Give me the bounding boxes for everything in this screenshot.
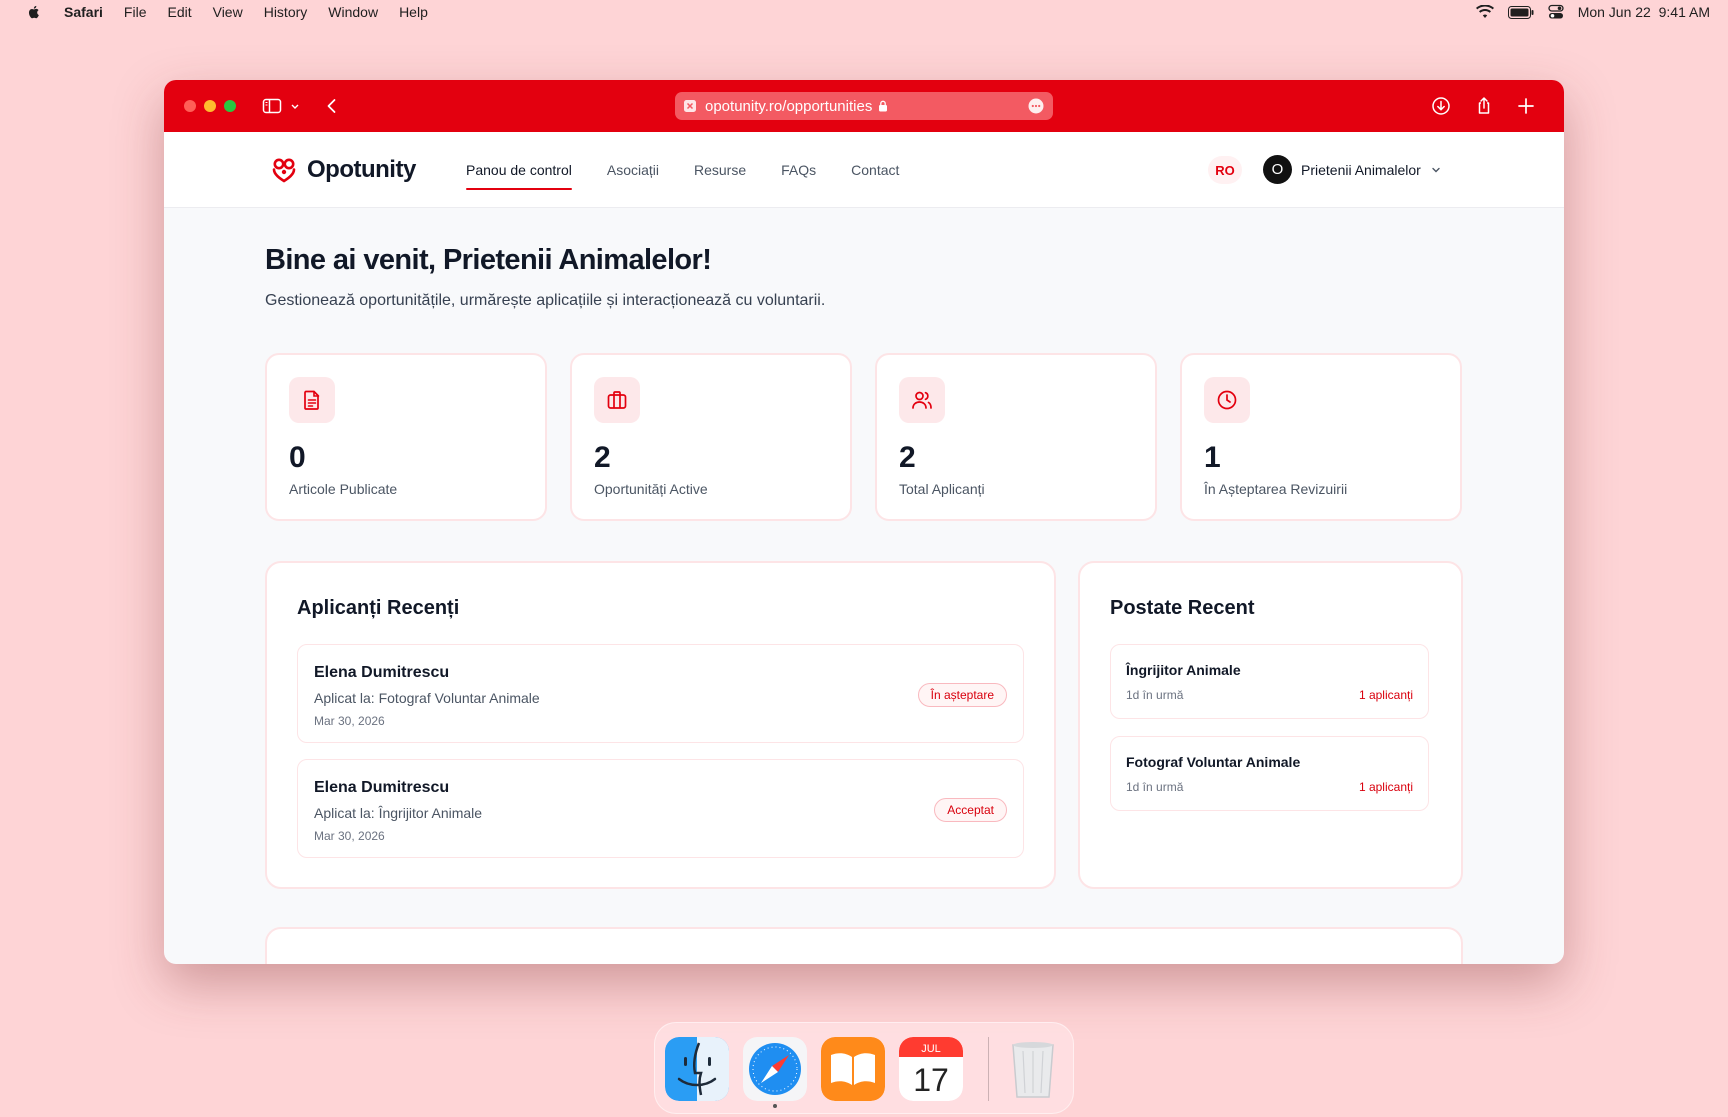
calendar-month: JUL [921, 1043, 941, 1055]
list-item[interactable]: Elena Dumitrescu Aplicat la: Fotograf Vo… [297, 644, 1024, 743]
zoom-window-button[interactable] [224, 100, 236, 112]
stat-label: Total Aplicanți [899, 481, 985, 497]
trash-icon[interactable] [1001, 1037, 1065, 1101]
stat-card-applicants: 2 Total Aplicanți [875, 353, 1157, 521]
user-menu[interactable]: O Prietenii Animalelor [1263, 155, 1442, 184]
new-tab-icon[interactable] [1516, 96, 1536, 116]
books-icon[interactable] [821, 1037, 885, 1101]
nav-dashboard[interactable]: Panou de control [466, 132, 572, 208]
next-section-panel [265, 927, 1463, 964]
page-subtitle: Gestionează oportunitățile, urmărește ap… [265, 292, 826, 309]
stat-value: 2 [594, 441, 611, 474]
download-icon[interactable] [1431, 96, 1451, 116]
logo-heart-icon [272, 158, 296, 183]
user-name: Prietenii Animalelor [1301, 161, 1421, 178]
brand-name: Opotunity [307, 156, 416, 183]
browser-window: opotunity.ro/opportunities Opotunity Pan… [164, 80, 1564, 964]
close-window-button[interactable] [184, 100, 196, 112]
menu-help[interactable]: Help [399, 4, 428, 20]
list-item[interactable]: Elena Dumitrescu Aplicat la: Îngrijitor … [297, 759, 1024, 858]
clock-icon [1204, 377, 1250, 423]
users-icon [899, 377, 945, 423]
panel-title: Postate Recent [1110, 597, 1255, 619]
control-center-icon[interactable] [1548, 4, 1564, 20]
menu-view[interactable]: View [213, 4, 243, 20]
stat-card-articles: 0 Articole Publicate [265, 353, 547, 521]
menu-app-name[interactable]: Safari [64, 4, 103, 20]
applicant-name: Elena Dumitrescu [314, 664, 450, 681]
post-age: 1d în urmă [1126, 688, 1184, 702]
post-age: 1d în urmă [1126, 780, 1184, 794]
briefcase-icon [594, 377, 640, 423]
dock-divider [988, 1037, 989, 1101]
site-favicon-icon [684, 100, 696, 112]
address-bar[interactable]: opotunity.ro/opportunities [675, 92, 1053, 120]
document-icon [289, 377, 335, 423]
battery-icon[interactable] [1507, 5, 1534, 19]
menu-window[interactable]: Window [328, 4, 378, 20]
status-badge: Acceptat [934, 798, 1007, 822]
post-title: Fotograf Voluntar Animale [1126, 754, 1301, 770]
url-text[interactable]: opotunity.ro/opportunities [705, 98, 872, 115]
share-icon[interactable] [1474, 96, 1494, 116]
wifi-icon[interactable] [1475, 5, 1494, 19]
stat-label: Oportunități Active [594, 481, 708, 497]
menu-edit[interactable]: Edit [167, 4, 191, 20]
site-logo[interactable]: Opotunity [271, 156, 416, 184]
chevron-down-icon[interactable] [290, 96, 300, 116]
menu-file[interactable]: File [124, 4, 147, 20]
site-header: Opotunity Panou de control Asociații Res… [164, 132, 1564, 208]
finder-icon[interactable] [665, 1037, 729, 1101]
apple-icon[interactable] [26, 4, 42, 20]
applicant-name: Elena Dumitrescu [314, 779, 450, 796]
menu-bar: Safari File Edit View History Window Hel… [0, 0, 1728, 24]
applied-to: Aplicat la: Fotograf Voluntar Animale [314, 690, 540, 706]
menu-datetime[interactable]: Mon Jun 22 9:41 AM [1578, 4, 1710, 20]
nav-faqs[interactable]: FAQs [781, 132, 816, 208]
more-options-icon[interactable] [1028, 98, 1044, 114]
chevron-down-icon [1432, 167, 1440, 172]
stat-card-pending: 1 În Așteptarea Revizuirii [1180, 353, 1462, 521]
dock: JUL 17 [654, 1022, 1074, 1114]
list-item[interactable]: Fotograf Voluntar Animale 1d în urmă 1 a… [1110, 736, 1429, 811]
recent-applicants-panel: Aplicanți Recenți Elena Dumitrescu Aplic… [265, 561, 1056, 889]
recent-posts-panel: Postate Recent Îngrijitor Animale 1d în … [1078, 561, 1463, 889]
panel-title: Aplicanți Recenți [297, 597, 460, 619]
applied-to: Aplicat la: Îngrijitor Animale [314, 805, 483, 821]
page-title: Bine ai venit, Prietenii Animalelor! [265, 244, 712, 276]
application-date: Mar 30, 2026 [314, 829, 385, 843]
calendar-icon[interactable]: JUL 17 [899, 1037, 963, 1101]
stat-card-opportunities: 2 Oportunități Active [570, 353, 852, 521]
post-applicants: 1 aplicanți [1358, 780, 1413, 794]
post-applicants: 1 aplicanți [1358, 688, 1413, 702]
nav-associations[interactable]: Asociații [607, 132, 659, 208]
browser-toolbar: opotunity.ro/opportunities [164, 80, 1564, 132]
list-item[interactable]: Îngrijitor Animale 1d în urmă 1 aplicanț… [1110, 644, 1429, 719]
stat-value: 1 [1204, 441, 1221, 474]
avatar: O [1263, 155, 1292, 184]
language-switcher[interactable]: RO [1208, 156, 1242, 184]
dashboard-main: Bine ai venit, Prietenii Animalelor! Ges… [164, 208, 1564, 964]
safari-icon[interactable] [743, 1037, 807, 1101]
window-controls [184, 100, 236, 112]
menu-history[interactable]: History [264, 4, 308, 20]
running-indicator [773, 1104, 777, 1108]
main-nav: Panou de control Asociații Resurse FAQs … [466, 132, 934, 208]
stat-label: Articole Publicate [289, 481, 398, 497]
minimize-window-button[interactable] [204, 100, 216, 112]
back-icon[interactable] [322, 96, 342, 116]
stat-value: 0 [289, 441, 306, 474]
application-date: Mar 30, 2026 [314, 714, 385, 728]
lock-icon [879, 100, 888, 112]
stat-label: În Așteptarea Revizuirii [1204, 481, 1348, 497]
stat-value: 2 [899, 441, 916, 474]
status-badge: În așteptare [917, 683, 1007, 707]
sidebar-toggle-icon[interactable] [262, 96, 282, 116]
post-title: Îngrijitor Animale [1126, 662, 1241, 678]
nav-resources[interactable]: Resurse [694, 132, 746, 208]
calendar-day: 17 [913, 1062, 949, 1098]
nav-contact[interactable]: Contact [851, 132, 899, 208]
